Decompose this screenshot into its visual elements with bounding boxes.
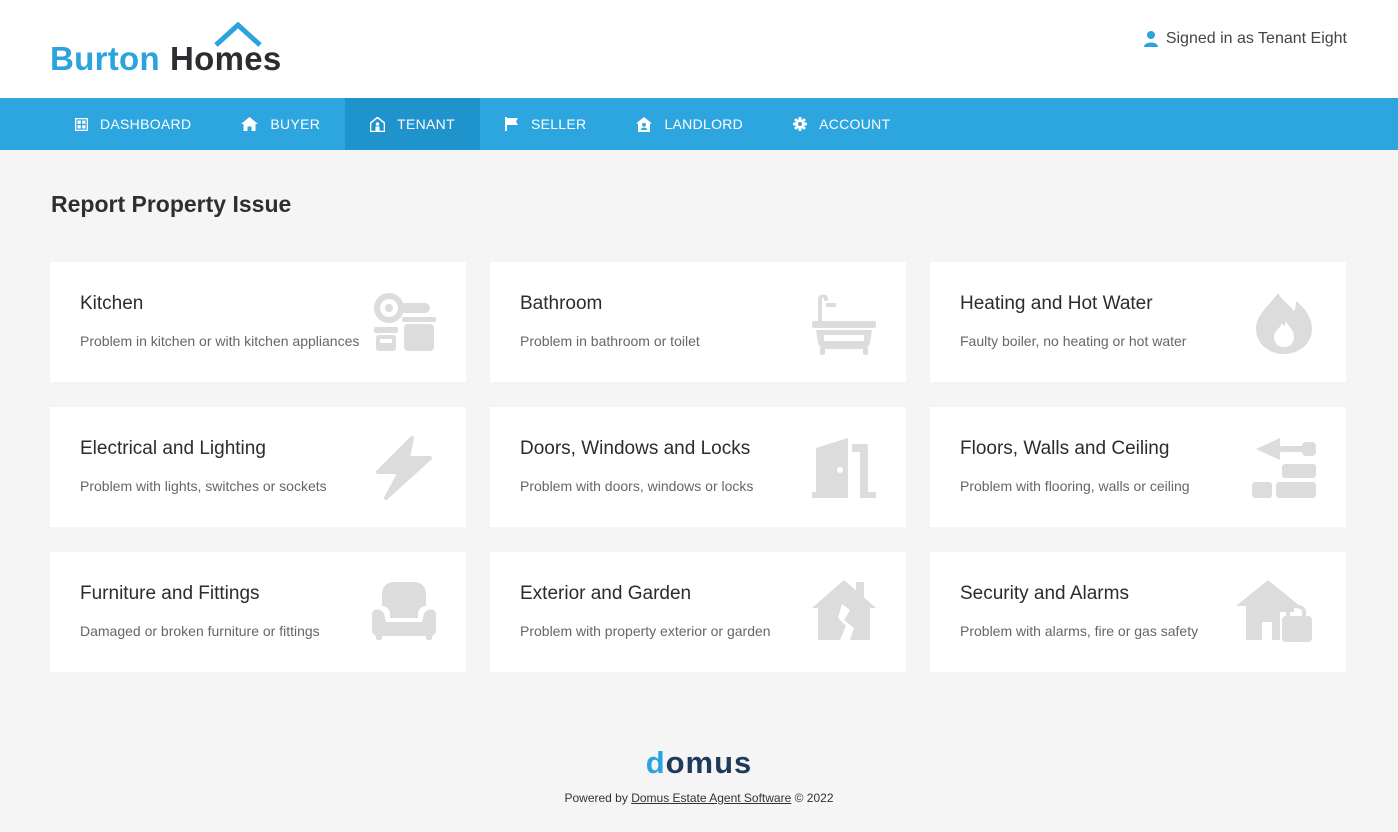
house-lock-icon <box>1236 580 1312 642</box>
nav-tenant[interactable]: TENANT <box>345 98 480 150</box>
card-description: Problem with doors, windows or locks <box>520 478 754 494</box>
domus-logo[interactable]: domus <box>0 745 1398 781</box>
sofa-icon <box>372 582 436 640</box>
issue-card-bathroom[interactable]: Bathroom Problem in bathroom or toilet <box>490 262 906 382</box>
issue-card-furniture[interactable]: Furniture and Fittings Damaged or broken… <box>50 552 466 672</box>
issue-card-doors[interactable]: Doors, Windows and Locks Problem with do… <box>490 407 906 527</box>
home-icon <box>241 117 259 131</box>
main-nav: DASHBOARD BUYER TENANT SELLER LANDLORD A… <box>0 98 1398 150</box>
trowel-bricks-icon <box>1252 438 1316 498</box>
card-title: Floors, Walls and Ceiling <box>960 438 1170 459</box>
card-title: Exterior and Garden <box>520 583 692 604</box>
card-description: Problem with flooring, walls or ceiling <box>960 478 1190 494</box>
domus-software-link[interactable]: Domus Estate Agent Software <box>631 791 791 805</box>
nav-buyer[interactable]: BUYER <box>216 98 345 150</box>
card-title: Heating and Hot Water <box>960 293 1153 314</box>
card-description: Damaged or broken furniture or fittings <box>80 623 320 639</box>
issue-card-kitchen[interactable]: Kitchen Problem in kitchen or with kitch… <box>50 262 466 382</box>
card-title: Bathroom <box>520 293 603 314</box>
issue-card-floors[interactable]: Floors, Walls and Ceiling Problem with f… <box>930 407 1346 527</box>
nav-label: SELLER <box>530 116 587 132</box>
nav-label: BUYER <box>270 116 321 132</box>
card-title: Furniture and Fittings <box>80 583 260 604</box>
issue-category-grid: Kitchen Problem in kitchen or with kitch… <box>50 262 1346 672</box>
domus-logo-first-letter: d <box>645 745 666 780</box>
nav-label: DASHBOARD <box>100 116 192 132</box>
nav-landlord[interactable]: LANDLORD <box>611 98 768 150</box>
burton-homes-logo[interactable]: Burton Homes <box>50 22 295 78</box>
domus-logo-rest: omus <box>665 745 753 780</box>
door-icon <box>812 438 876 498</box>
card-description: Problem in bathroom or toilet <box>520 333 700 349</box>
flag-icon <box>504 117 518 131</box>
card-title: Kitchen <box>80 293 144 314</box>
flame-icon <box>1256 293 1312 354</box>
nav-account[interactable]: ACCOUNT <box>768 98 915 150</box>
nav-seller[interactable]: SELLER <box>480 98 612 150</box>
signed-in-label: Signed in as Tenant Eight <box>1165 30 1347 47</box>
issue-card-security[interactable]: Security and Alarms Problem with alarms,… <box>930 552 1346 672</box>
tenant-house-icon <box>370 116 386 132</box>
top-header: Burton Homes Signed in as Tenant Eight <box>0 0 1398 98</box>
nav-label: TENANT <box>397 116 455 132</box>
house-crack-icon <box>812 580 876 640</box>
powered-suffix: © 2022 <box>791 791 834 805</box>
card-description: Problem with lights, switches or sockets <box>80 478 327 494</box>
nav-label: ACCOUNT <box>819 116 891 132</box>
lightning-icon <box>376 436 432 500</box>
card-title: Doors, Windows and Locks <box>520 438 751 459</box>
card-description: Problem in kitchen or with kitchen appli… <box>80 333 360 349</box>
nav-dashboard[interactable]: DASHBOARD <box>50 98 216 150</box>
card-title: Electrical and Lighting <box>80 438 266 459</box>
powered-by-text: Powered by Domus Estate Agent Software ©… <box>0 791 1398 805</box>
landlord-house-icon <box>636 116 653 132</box>
user-icon <box>1143 31 1158 47</box>
bath-icon <box>812 294 876 355</box>
card-description: Faulty boiler, no heating or hot water <box>960 333 1187 349</box>
card-title: Security and Alarms <box>960 583 1129 604</box>
issue-card-electrical[interactable]: Electrical and Lighting Problem with lig… <box>50 407 466 527</box>
logo-word-burton: Burton <box>50 40 160 77</box>
card-description: Problem with alarms, fire or gas safety <box>960 623 1199 639</box>
kitchen-appliance-icon <box>374 293 436 351</box>
gear-icon <box>793 117 808 131</box>
signed-in-user[interactable]: Signed in as Tenant Eight <box>1143 30 1347 48</box>
issue-card-exterior[interactable]: Exterior and Garden Problem with propert… <box>490 552 906 672</box>
logo-word-homes: Homes <box>170 40 282 77</box>
powered-prefix: Powered by <box>564 791 632 805</box>
page-title: Report Property Issue <box>51 191 292 217</box>
nav-label: LANDLORD <box>664 116 744 132</box>
card-description: Problem with property exterior or garden <box>520 623 771 639</box>
footer: domus Powered by Domus Estate Agent Soft… <box>0 745 1398 805</box>
dashboard-icon <box>75 117 88 131</box>
issue-card-heating[interactable]: Heating and Hot Water Faulty boiler, no … <box>930 262 1346 382</box>
